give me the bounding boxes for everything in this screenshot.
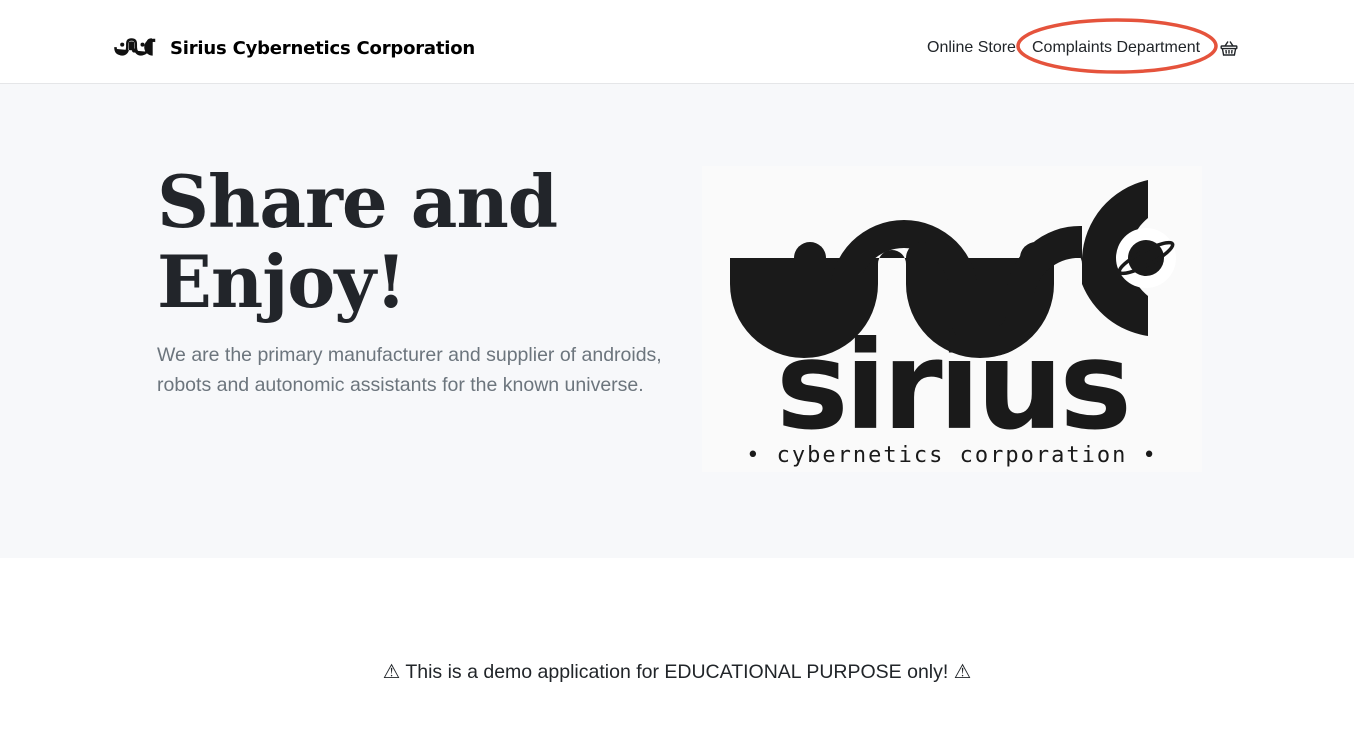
hero-lead-text: We are the primary manufacturer and supp… (157, 344, 662, 396)
sirius-logo-icon (114, 38, 156, 56)
brand-link[interactable]: Sirius Cybernetics Corporation (114, 34, 475, 62)
hero-section: Share and Enjoy! We are the primary manu… (0, 84, 1354, 558)
nav-link-online-store[interactable]: Online Store (927, 36, 1016, 60)
hero-logo-wordmark: sirius (776, 315, 1128, 457)
basket-icon[interactable] (1220, 39, 1238, 57)
sirius-logo-image: sirius • cybernetics corporation • (702, 166, 1202, 472)
hero-title: Share and Enjoy! (157, 159, 558, 324)
nav-link-complaints-department[interactable]: Complaints Department (1032, 36, 1200, 60)
educational-disclaimer: ⚠ This is a demo application for EDUCATI… (382, 660, 972, 683)
planet-icon (1116, 228, 1176, 288)
brand-name: Sirius Cybernetics Corporation (170, 37, 476, 59)
top-navbar: Sirius Cybernetics Corporation Online St… (0, 0, 1354, 84)
hero-logo-tagline: • cybernetics corporation • (746, 443, 1158, 468)
